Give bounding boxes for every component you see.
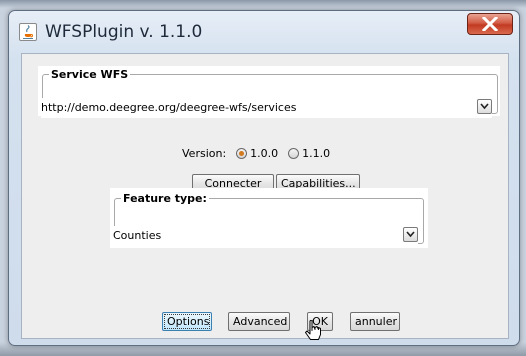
java-icon xyxy=(19,23,37,41)
desktop-background xyxy=(0,0,526,8)
feature-type-panel: Feature type: Counties xyxy=(110,188,428,248)
feature-type-legend: Feature type: xyxy=(123,192,207,205)
service-group: Service WFS http://demo.deegree.org/deeg… xyxy=(41,68,498,118)
service-url-combobox[interactable]: http://demo.deegree.org/deegree-wfs/serv… xyxy=(41,98,492,118)
chevron-down-icon[interactable] xyxy=(403,227,418,242)
feature-type-combobox[interactable]: Counties xyxy=(113,226,418,246)
chevron-down-icon[interactable] xyxy=(477,99,492,114)
version-option-1-0-0[interactable]: 1.0.0 xyxy=(236,147,278,160)
version-option-label: 1.1.0 xyxy=(302,146,331,160)
version-option-label: 1.0.0 xyxy=(250,146,279,160)
dialog-content: Service WFS http://demo.deegree.org/deeg… xyxy=(21,53,509,339)
version-option-1-1-0[interactable]: 1.1.0 xyxy=(288,147,330,160)
radio-selected-icon[interactable] xyxy=(236,147,248,159)
cancel-button[interactable]: annuler xyxy=(350,312,400,331)
version-label: Version: xyxy=(182,146,227,160)
options-button[interactable]: Options xyxy=(162,312,212,331)
window-title: WFSPlugin v. 1.1.0 xyxy=(45,22,203,42)
mouse-pointer-icon xyxy=(305,320,321,340)
close-icon xyxy=(482,17,498,31)
dialog-window: WFSPlugin v. 1.1.0 Service WFS http://de… xyxy=(8,10,520,346)
feature-type-value: Counties xyxy=(113,229,162,242)
close-button[interactable] xyxy=(467,13,513,35)
feature-type-group: Feature type: Counties xyxy=(113,192,424,246)
service-url-value: http://demo.deegree.org/deegree-wfs/serv… xyxy=(41,101,297,114)
advanced-button[interactable]: Advanced xyxy=(228,312,290,331)
radio-unselected-icon[interactable] xyxy=(288,147,300,159)
service-legend: Service WFS xyxy=(51,68,129,81)
version-row: Version: 1.0.0 1.1.0 xyxy=(182,145,330,161)
title-bar[interactable]: WFSPlugin v. 1.1.0 xyxy=(9,11,519,51)
service-panel: Service WFS http://demo.deegree.org/deeg… xyxy=(38,66,500,118)
